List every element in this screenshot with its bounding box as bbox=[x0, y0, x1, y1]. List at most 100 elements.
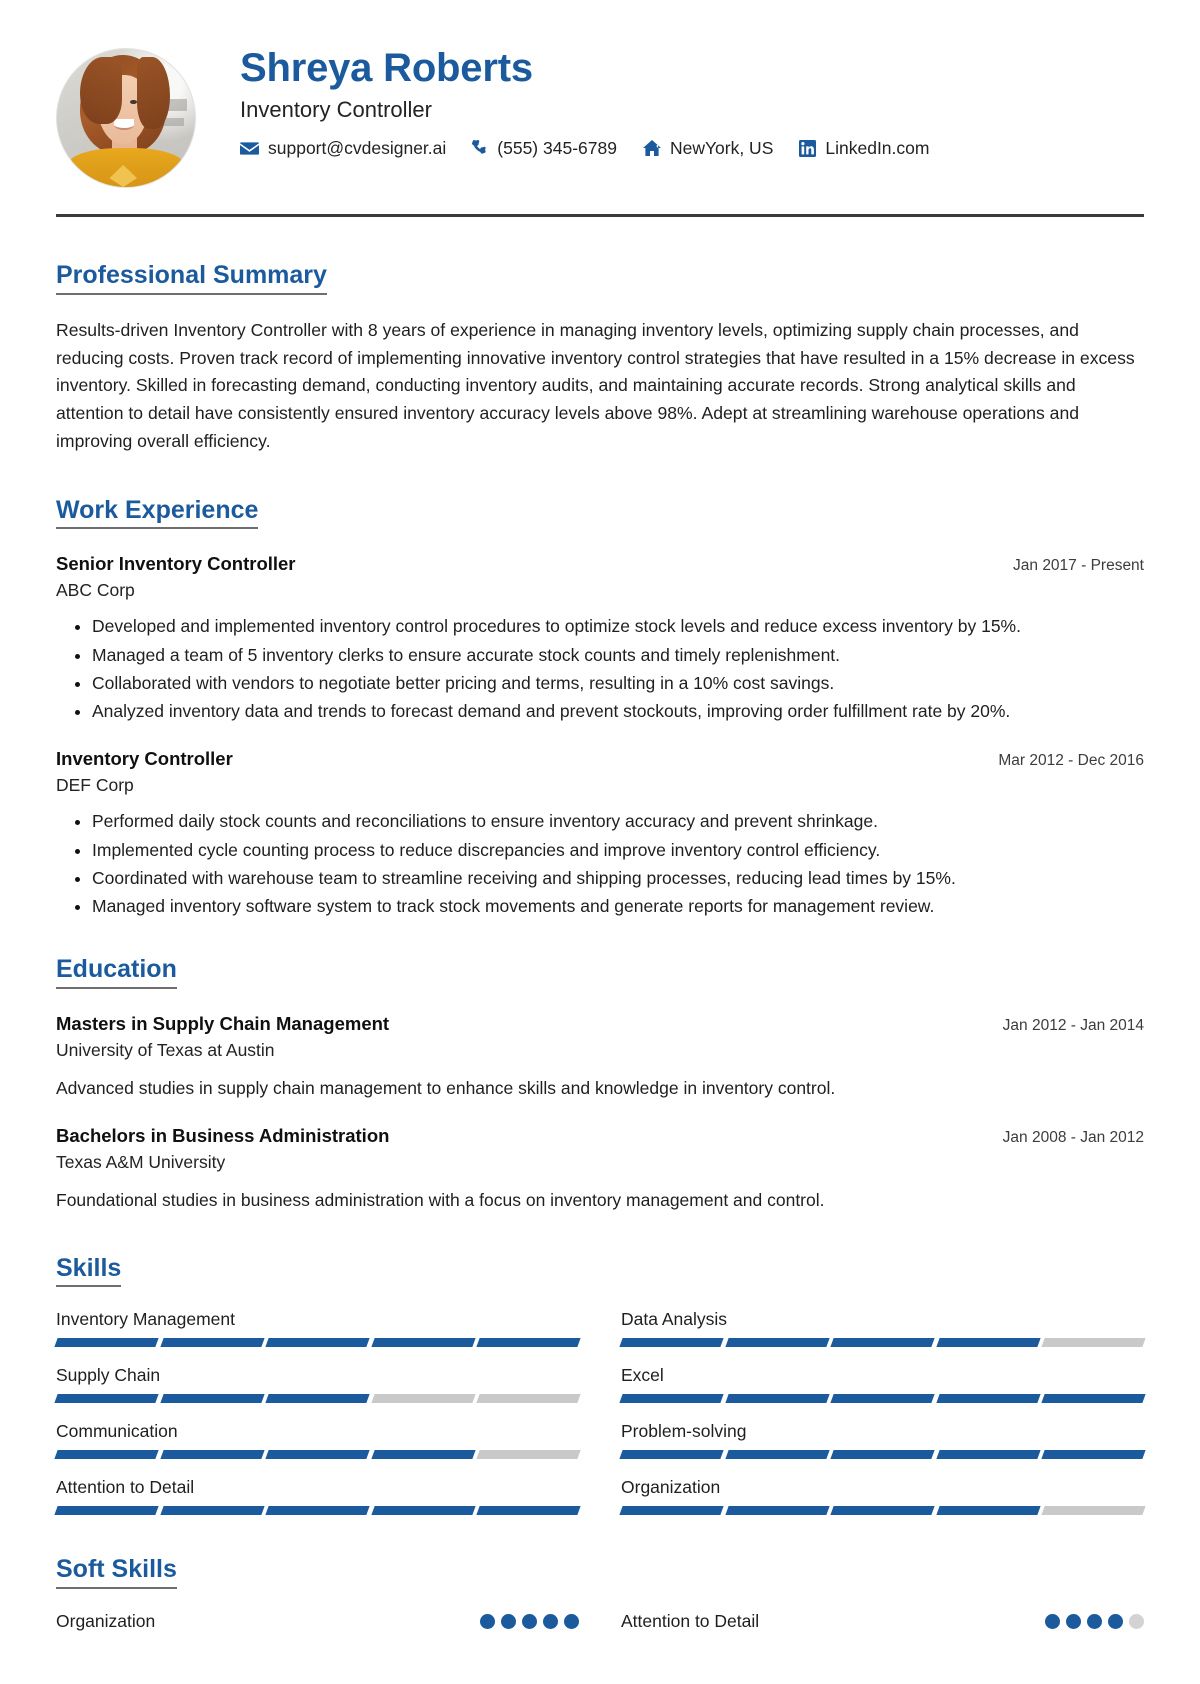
work-bullet-list: Performed daily stock counts and reconci… bbox=[56, 808, 1144, 919]
soft-skill-label: Organization bbox=[56, 1611, 156, 1632]
avatar bbox=[56, 48, 196, 188]
skill-bar-segment bbox=[830, 1338, 935, 1348]
work-bullet: Managed inventory software system to tra… bbox=[92, 893, 1144, 919]
skill-bar-segment bbox=[54, 1394, 159, 1404]
skill-bar-segment bbox=[830, 1394, 935, 1404]
contact-location-value: NewYork, US bbox=[669, 138, 774, 159]
skill-level-bar bbox=[54, 1394, 581, 1404]
skill-bar-segment bbox=[936, 1338, 1041, 1348]
skill-bar-segment bbox=[724, 1394, 829, 1404]
work-bullet: Collaborated with vendors to negotiate b… bbox=[92, 670, 1144, 696]
skill-bar-segment bbox=[476, 1338, 581, 1348]
work-bullet: Coordinated with warehouse team to strea… bbox=[92, 865, 1144, 891]
linkedin-icon bbox=[799, 140, 817, 158]
section-title-skills: Skills bbox=[56, 1254, 122, 1288]
contact-phone[interactable]: (555) 345-6789 bbox=[472, 138, 617, 159]
education-description: Foundational studies in business adminis… bbox=[56, 1190, 825, 1211]
education-description: Advanced studies in supply chain managem… bbox=[56, 1078, 836, 1099]
skill-label: Data Analysis bbox=[621, 1309, 728, 1330]
skill-bar-segment bbox=[54, 1338, 159, 1348]
skill-item: Supply Chain bbox=[54, 1365, 581, 1404]
work-company: ABC Corp bbox=[56, 580, 135, 601]
contact-linkedin[interactable]: LinkedIn.com bbox=[799, 138, 929, 159]
work-bullet-list: Developed and implemented inventory cont… bbox=[56, 613, 1144, 724]
skill-item: Attention to Detail bbox=[54, 1477, 581, 1516]
education-entry: Masters in Supply Chain Management Jan 2… bbox=[56, 1013, 1144, 1101]
skill-bar-segment bbox=[159, 1394, 264, 1404]
phone-icon bbox=[472, 140, 488, 157]
soft-skill-item: Attention to Detail bbox=[621, 1611, 1144, 1632]
skill-level-bar bbox=[619, 1450, 1146, 1460]
skill-label: Communication bbox=[56, 1421, 178, 1442]
work-entry: Senior Inventory Controller Jan 2017 - P… bbox=[56, 553, 1144, 724]
soft-skill-label: Attention to Detail bbox=[621, 1611, 760, 1632]
work-entry-header: Senior Inventory Controller Jan 2017 - P… bbox=[56, 553, 1144, 575]
section-soft-skills: Soft Skills Organization Attention to Det… bbox=[46, 1555, 1154, 1632]
skill-bar-segment bbox=[476, 1450, 581, 1460]
contact-location[interactable]: NewYork, US bbox=[642, 138, 774, 159]
skill-bar-segment bbox=[830, 1450, 935, 1460]
skill-bar-segment bbox=[371, 1394, 476, 1404]
work-role: Inventory Controller bbox=[56, 748, 233, 770]
work-role: Senior Inventory Controller bbox=[56, 553, 296, 575]
skill-item: Excel bbox=[619, 1365, 1146, 1404]
skill-bar-segment bbox=[265, 1450, 370, 1460]
skill-bar-segment bbox=[159, 1338, 264, 1348]
resume-header: Shreya Roberts Inventory Controller supp… bbox=[46, 30, 1154, 188]
rating-dot bbox=[1045, 1614, 1060, 1630]
summary-text: Results-driven Inventory Controller with… bbox=[56, 319, 1135, 451]
skill-bar-segment bbox=[1041, 1506, 1146, 1516]
rating-dot bbox=[480, 1614, 495, 1630]
section-title-summary: Professional Summary bbox=[56, 261, 327, 295]
header-text: Shreya Roberts Inventory Controller supp… bbox=[200, 44, 1144, 159]
skill-label: Supply Chain bbox=[56, 1365, 161, 1386]
education-school: Texas A&M University bbox=[56, 1152, 226, 1173]
skill-bar-segment bbox=[724, 1450, 829, 1460]
skill-bar-segment bbox=[371, 1450, 476, 1460]
skill-bar-segment bbox=[476, 1506, 581, 1516]
home-icon bbox=[642, 140, 661, 157]
skill-item: Inventory Management bbox=[54, 1309, 581, 1348]
section-education: Education Masters in Supply Chain Manage… bbox=[46, 955, 1154, 1213]
rating-dot bbox=[1066, 1614, 1081, 1630]
skill-level-bar bbox=[54, 1506, 581, 1516]
section-skills: Skills Inventory Management Data Analysis… bbox=[46, 1254, 1154, 1516]
envelope-icon bbox=[240, 141, 259, 156]
rating-dot bbox=[1108, 1614, 1123, 1630]
skill-bar-segment bbox=[619, 1338, 724, 1348]
candidate-job-title: Inventory Controller bbox=[240, 96, 432, 122]
contact-email[interactable]: support@cvdesigner.ai bbox=[240, 138, 446, 159]
soft-skill-rating bbox=[1045, 1614, 1144, 1630]
skill-bar-segment bbox=[619, 1506, 724, 1516]
skill-bar-segment bbox=[371, 1506, 476, 1516]
skill-level-bar bbox=[54, 1450, 581, 1460]
skill-level-bar bbox=[619, 1394, 1146, 1404]
skill-label: Problem-solving bbox=[621, 1421, 747, 1442]
work-entry-header: Inventory Controller Mar 2012 - Dec 2016 bbox=[56, 748, 1144, 770]
education-entry-header: Masters in Supply Chain Management Jan 2… bbox=[56, 1013, 1144, 1035]
education-dates: Jan 2008 - Jan 2012 bbox=[1002, 1129, 1144, 1147]
work-bullet: Managed a team of 5 inventory clerks to … bbox=[92, 642, 1144, 668]
skill-label: Attention to Detail bbox=[56, 1477, 195, 1498]
skill-bar-segment bbox=[724, 1338, 829, 1348]
avatar-container bbox=[56, 44, 200, 188]
education-dates: Jan 2012 - Jan 2014 bbox=[1002, 1017, 1144, 1035]
skills-grid: Inventory Management Data Analysis Supply … bbox=[54, 1309, 1146, 1516]
skill-bar-segment bbox=[1041, 1338, 1146, 1348]
rating-dot bbox=[543, 1614, 558, 1630]
skill-bar-segment bbox=[159, 1450, 264, 1460]
soft-skill-item: Organization bbox=[56, 1611, 579, 1632]
section-title-education: Education bbox=[56, 955, 177, 990]
section-professional-summary: Professional Summary Results-driven Inve… bbox=[46, 261, 1154, 456]
skill-level-bar bbox=[619, 1506, 1146, 1516]
skill-bar-segment bbox=[936, 1450, 1041, 1460]
contact-email-value: support@cvdesigner.ai bbox=[268, 138, 447, 159]
work-bullet: Performed daily stock counts and reconci… bbox=[92, 808, 1144, 834]
soft-skills-grid: Organization Attention to Detail bbox=[56, 1611, 1144, 1632]
skill-bar-segment bbox=[1041, 1450, 1146, 1460]
skill-bar-segment bbox=[476, 1394, 581, 1404]
work-bullet: Analyzed inventory data and trends to fo… bbox=[92, 698, 1144, 724]
work-company: DEF Corp bbox=[56, 775, 134, 796]
candidate-name: Shreya Roberts bbox=[240, 46, 533, 90]
skill-level-bar bbox=[619, 1338, 1146, 1348]
